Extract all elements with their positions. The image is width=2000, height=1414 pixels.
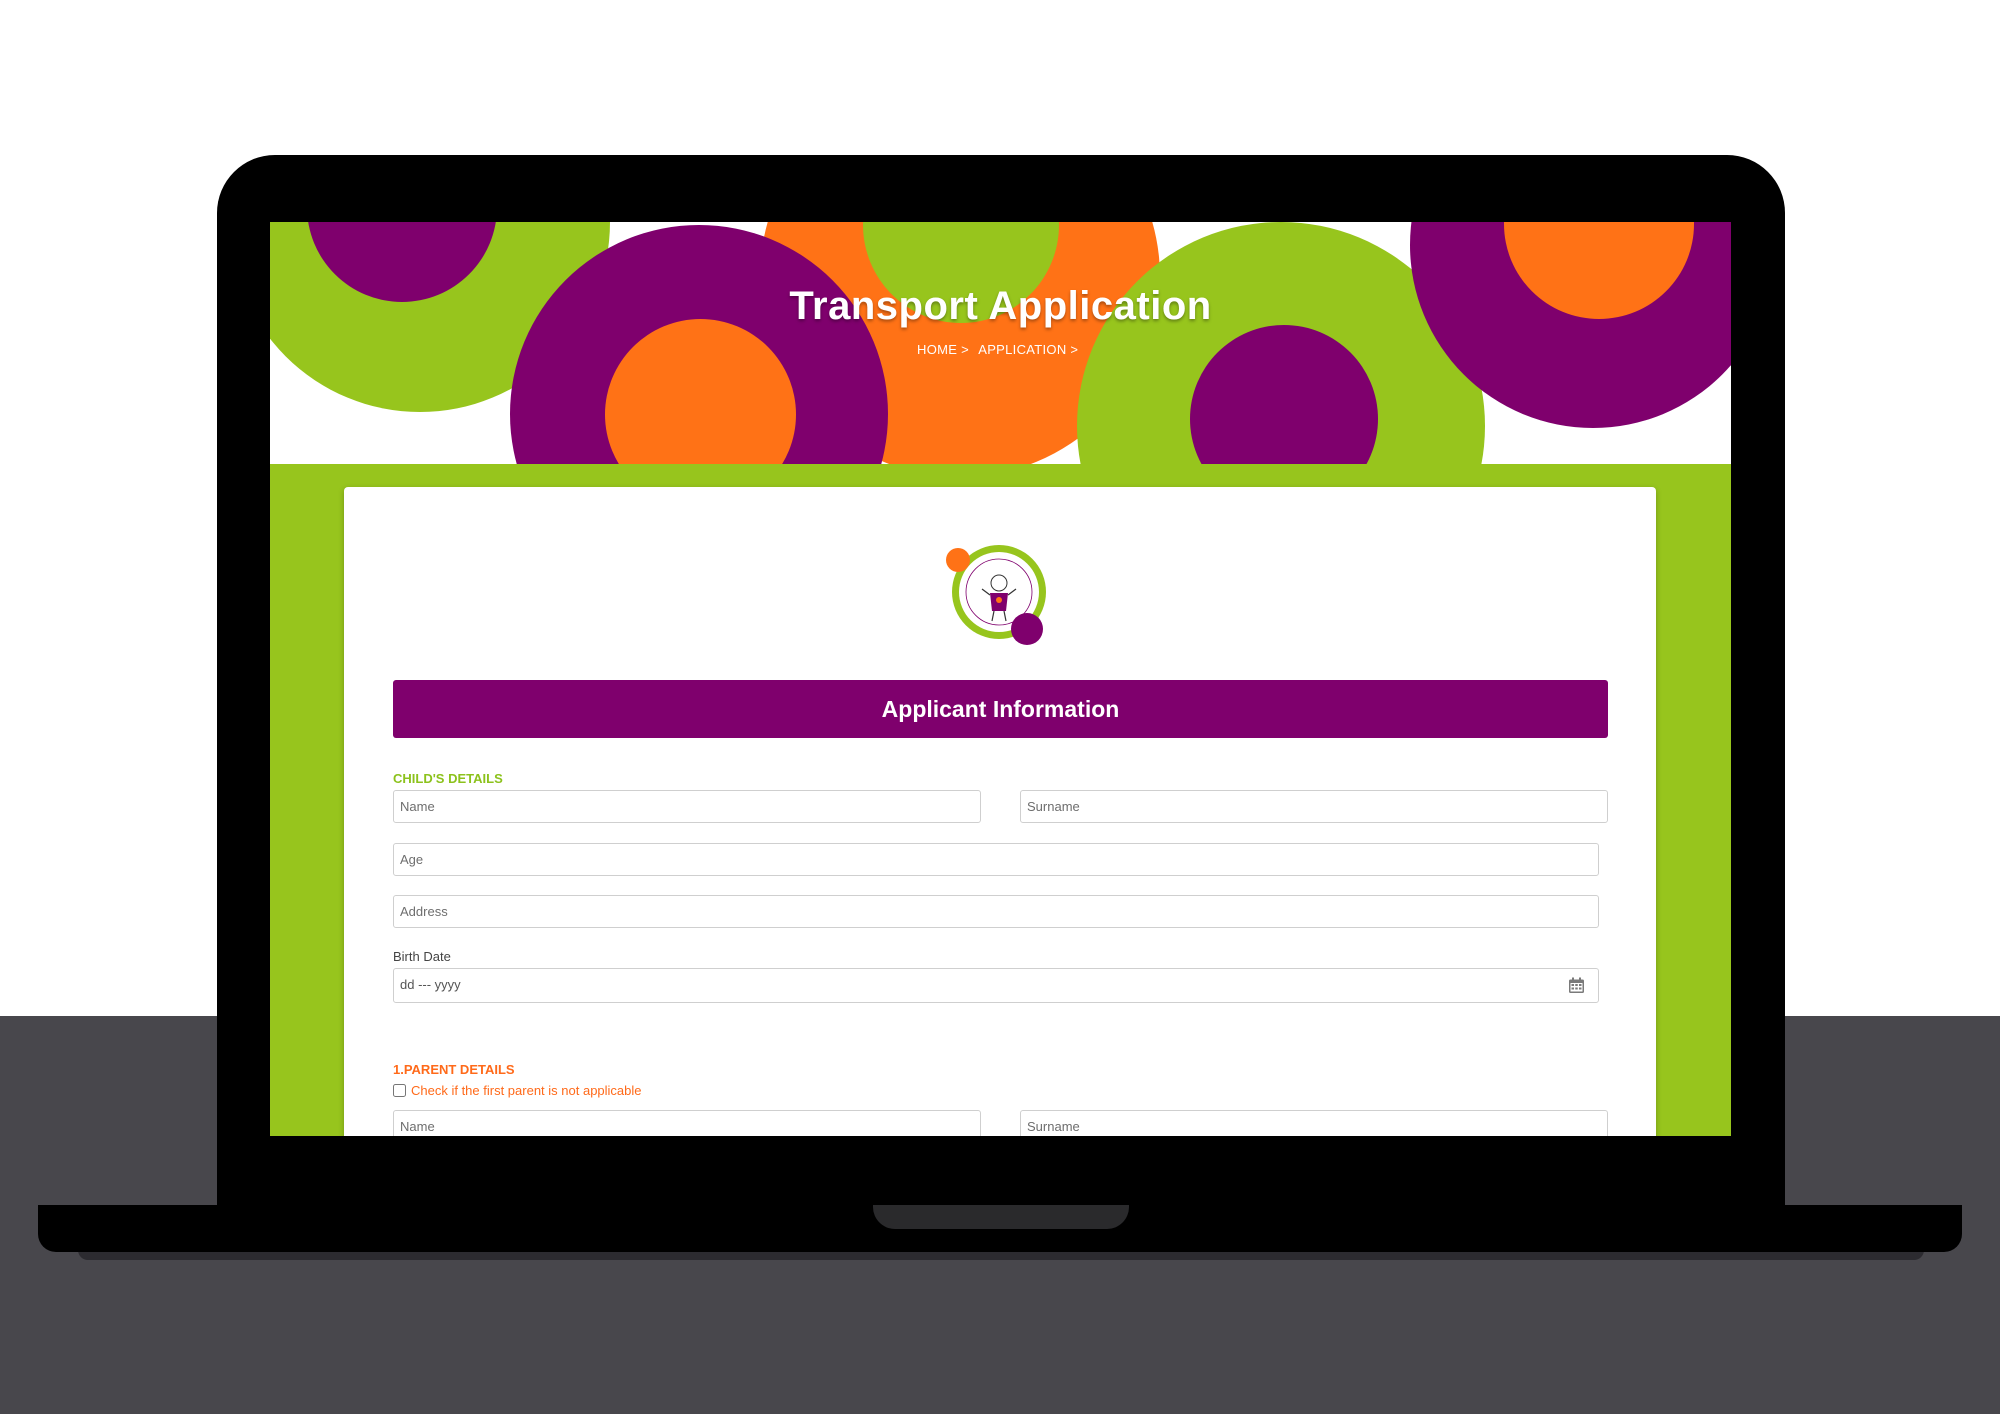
application-form-card: Applicant Information CHILD'S DETAILS Bi… <box>344 487 1656 1136</box>
parent-name-input[interactable] <box>393 1110 981 1136</box>
parent-details-label: 1.PARENT DETAILS <box>393 1062 515 1077</box>
parent-not-applicable-label: Check if the first parent is not applica… <box>411 1083 642 1098</box>
breadcrumb-home-link[interactable]: HOME > <box>917 342 969 357</box>
child-name-input[interactable] <box>393 790 981 823</box>
parent-not-applicable-checkbox-row[interactable]: Check if the first parent is not applica… <box>393 1083 642 1098</box>
parent-not-applicable-checkbox[interactable] <box>393 1084 406 1097</box>
child-address-input[interactable] <box>393 895 1599 928</box>
calendar-icon[interactable] <box>1568 977 1585 994</box>
laptop-notch <box>873 1205 1129 1229</box>
birth-date-label: Birth Date <box>393 949 451 964</box>
breadcrumb-application-link[interactable]: APPLICATION > <box>978 342 1078 357</box>
applicant-information-header: Applicant Information <box>393 680 1608 738</box>
child-surname-input[interactable] <box>1020 790 1608 823</box>
laptop-screen: Transport Application HOME > APPLICATION… <box>270 222 1731 1136</box>
childs-details-label: CHILD'S DETAILS <box>393 771 503 786</box>
birth-date-input[interactable]: dd --- yyyy <box>393 968 1599 1003</box>
breadcrumb: HOME > APPLICATION > <box>917 342 1084 357</box>
child-age-input[interactable] <box>393 843 1599 876</box>
daycare-child-logo <box>946 545 1046 645</box>
birth-date-value: dd --- yyyy <box>400 977 461 992</box>
page-title: Transport Application <box>789 284 1212 328</box>
page-header-banner: Transport Application HOME > APPLICATION… <box>270 222 1731 464</box>
parent-surname-input[interactable] <box>1020 1110 1608 1136</box>
